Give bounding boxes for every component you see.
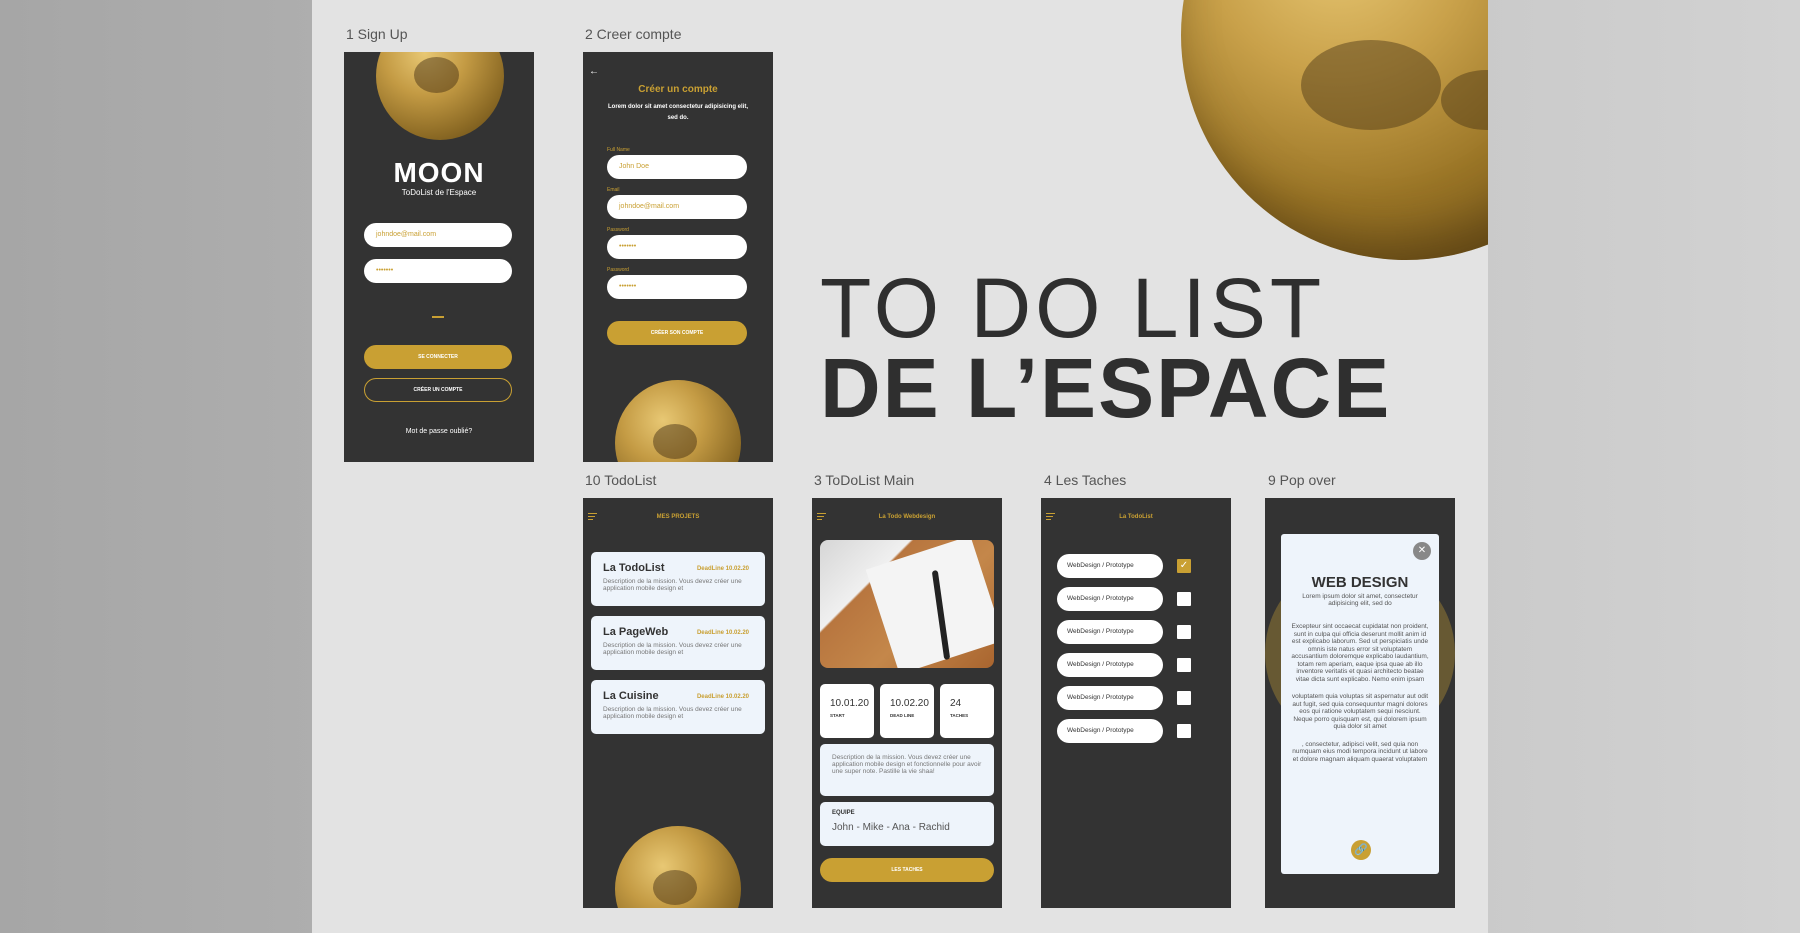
project-photo: [820, 540, 994, 668]
project-card[interactable]: La Cuisine DeadLine 10.02.20 Description…: [591, 680, 765, 734]
checkbox[interactable]: [1177, 658, 1191, 672]
screen-todolist-main[interactable]: La Todo Webdesign 10.01.20 START 10.02.2…: [812, 498, 1002, 908]
screen-todolist[interactable]: MES PROJETS La TodoList DeadLine 10.02.2…: [583, 498, 773, 908]
team-label: EQUIPE: [832, 810, 855, 816]
divider: [432, 316, 444, 318]
screen-tasks[interactable]: La TodoList WebDesign / Prototype ✓ WebD…: [1041, 498, 1231, 908]
checkbox[interactable]: [1177, 592, 1191, 606]
stat-value: 10.01.20: [830, 698, 869, 709]
moon-image: [376, 52, 504, 140]
project-deadline: DeadLine 10.02.20: [696, 566, 749, 572]
moon-image: [615, 380, 741, 462]
create-account-button[interactable]: CRÉER UN COMPTE: [364, 378, 512, 402]
password-confirm-label: Password: [607, 267, 629, 273]
design-board: TO DO LIST DE L’ESPACE 1 Sign Up MOON To…: [312, 0, 1488, 933]
project-description: Description de la mission. Vous devez cr…: [603, 578, 742, 592]
forgot-password-link[interactable]: Mot de passe oublié?: [344, 428, 534, 435]
password-field[interactable]: •••••••: [364, 259, 512, 283]
password-field[interactable]: •••••••: [607, 235, 747, 259]
checkbox[interactable]: [1177, 625, 1191, 639]
checkbox-checked[interactable]: ✓: [1177, 559, 1191, 573]
mission-description: Description de la mission. Vous devez cr…: [820, 744, 994, 796]
email-field[interactable]: johndoe@mail.com: [364, 223, 512, 247]
project-deadline: DeadLine 10.02.20: [696, 694, 749, 700]
artboard-label-main: 3 ToDoList Main: [814, 472, 915, 488]
headline-line-1: TO DO LIST: [820, 261, 1326, 355]
moon-image: [615, 826, 741, 908]
screen-header: La Todo Webdesign: [878, 514, 936, 520]
project-deadline: DeadLine 10.02.20: [696, 630, 749, 636]
screen-popover[interactable]: ✕ WEB DESIGN Lorem ipsum dolor sit amet,…: [1265, 498, 1455, 908]
popover-paragraph: Excepteur sint occaecat cupidatat non pr…: [1291, 623, 1429, 683]
stat-value: 10.02.20: [890, 698, 929, 709]
popover-paragraph: voluptatem quia voluptas sit aspernatur …: [1291, 693, 1429, 730]
task-item[interactable]: WebDesign / Prototype: [1057, 653, 1163, 677]
popover-paragraph: , consectetur, adipisci velit, sed quia …: [1292, 740, 1428, 763]
screen-header: La TodoList: [1119, 514, 1153, 520]
email-label: Email: [607, 187, 620, 193]
fullname-label: Full Name: [607, 147, 630, 153]
artboard-label-popover: 9 Pop over: [1268, 472, 1336, 488]
password-label: Password: [607, 227, 629, 233]
task-item[interactable]: WebDesign / Prototype: [1057, 719, 1163, 743]
logo-tagline: ToDoList de l'Espace: [401, 188, 477, 197]
stat-key: DEAD LINE: [890, 713, 915, 718]
back-arrow-icon[interactable]: ←: [589, 66, 599, 77]
fullname-field[interactable]: John Doe: [607, 155, 747, 179]
artboard-label-tasks: 4 Les Taches: [1044, 472, 1127, 488]
stat-value: 24: [950, 698, 962, 709]
artboard-label-create: 2 Creer compte: [585, 26, 682, 42]
screen-signup[interactable]: MOON ToDoList de l'Espace johndoe@mail.c…: [344, 52, 534, 462]
password-confirm-field[interactable]: •••••••: [607, 275, 747, 299]
stat-start: 10.01.20 START: [820, 684, 874, 738]
email-field[interactable]: johndoe@mail.com: [607, 195, 747, 219]
artboard-label-signup: 1 Sign Up: [346, 26, 408, 42]
project-card[interactable]: La TodoList DeadLine 10.02.20 Descriptio…: [591, 552, 765, 606]
tasks-button[interactable]: LES TACHES: [820, 858, 994, 882]
link-icon[interactable]: 🔗: [1351, 840, 1371, 860]
task-item[interactable]: WebDesign / Prototype: [1057, 587, 1163, 611]
logo-title: MOON: [393, 157, 485, 188]
task-item[interactable]: WebDesign / Prototype: [1057, 620, 1163, 644]
screen-create-account[interactable]: ← Créer un compte Lorem dolor sit amet c…: [583, 52, 773, 462]
checkbox[interactable]: [1177, 724, 1191, 738]
project-description: Description de la mission. Vous devez cr…: [603, 642, 742, 656]
headline-line-2: DE L’ESPACE: [820, 341, 1392, 435]
close-icon[interactable]: ✕: [1413, 542, 1431, 560]
submit-create-button[interactable]: CRÉER SON COMPTE: [607, 321, 747, 345]
moon-illustration: [1181, 0, 1488, 260]
checkbox[interactable]: [1177, 691, 1191, 705]
task-item[interactable]: WebDesign / Prototype: [1057, 686, 1163, 710]
stat-key: START: [830, 713, 845, 718]
task-item[interactable]: WebDesign / Prototype: [1057, 554, 1163, 578]
screen-header: MES PROJETS: [656, 514, 700, 520]
popover-subtitle: Lorem ipsum dolor sit amet, consectetur …: [1302, 593, 1418, 607]
popover-card: ✕ WEB DESIGN Lorem ipsum dolor sit amet,…: [1281, 534, 1439, 874]
team-members: John - Mike - Ana - Rachid: [832, 822, 950, 833]
popover-title: WEB DESIGN: [1311, 574, 1409, 591]
stat-tasks: 24 TACHES: [940, 684, 994, 738]
create-title: Créer un compte: [638, 84, 718, 95]
project-card[interactable]: La PageWeb DeadLine 10.02.20 Description…: [591, 616, 765, 670]
stat-key: TACHES: [950, 713, 969, 718]
headline: TO DO LIST DE L’ESPACE: [820, 261, 1392, 435]
team-card: EQUIPE John - Mike - Ana - Rachid: [820, 802, 994, 846]
stat-deadline: 10.02.20 DEAD LINE: [880, 684, 934, 738]
artboard-label-todolist: 10 TodoList: [585, 472, 657, 488]
create-subtitle: Lorem dolor sit amet consectetur adipisi…: [607, 104, 749, 121]
login-button[interactable]: SE CONNECTER: [364, 345, 512, 369]
project-description: Description de la mission. Vous devez cr…: [603, 706, 742, 720]
